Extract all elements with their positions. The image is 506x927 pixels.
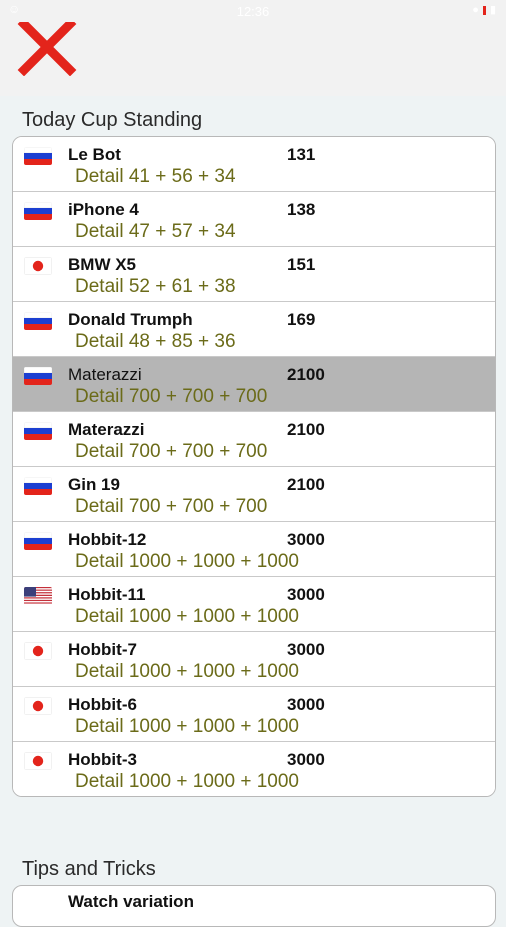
standing-row[interactable]: BMW X5 151 Detail 52 + 61 + 38 <box>13 247 495 302</box>
player-score: 169 <box>287 310 316 329</box>
player-score: 3000 <box>287 530 325 549</box>
player-name: Materazzi <box>68 420 145 439</box>
standing-row[interactable]: Hobbit-6 3000 Detail 1000 + 1000 + 1000 <box>13 687 495 742</box>
tips-row[interactable]: Watch variation <box>13 886 495 926</box>
standing-row[interactable]: Hobbit-11 3000 Detail 1000 + 1000 + 1000 <box>13 577 495 632</box>
player-detail: Detail 47 + 57 + 34 <box>75 221 236 242</box>
tips-title: Tips and Tricks <box>22 858 156 880</box>
standing-row[interactable]: Donald Trumph 169 Detail 48 + 85 + 36 <box>13 302 495 357</box>
standing-title: Today Cup Standing <box>22 109 203 131</box>
standing-row[interactable]: Hobbit-12 3000 Detail 1000 + 1000 + 1000 <box>13 522 495 577</box>
player-detail: Detail 52 + 61 + 38 <box>75 276 236 297</box>
player-name: Hobbit-12 <box>68 530 147 549</box>
standing-row[interactable]: Hobbit-3 3000 Detail 1000 + 1000 + 1000 <box>13 742 495 796</box>
player-score: 3000 <box>287 695 325 714</box>
standing-row[interactable]: Hobbit-7 3000 Detail 1000 + 1000 + 1000 <box>13 632 495 687</box>
player-detail: Detail 1000 + 1000 + 1000 <box>75 661 299 682</box>
standing-row[interactable]: Materazzi 2100 Detail 700 + 700 + 700 <box>13 412 495 467</box>
player-score: 3000 <box>287 640 325 659</box>
status-bar: ☺ 12:36 ● ▮ <box>0 0 506 22</box>
player-detail: Detail 48 + 85 + 36 <box>75 331 236 352</box>
player-name: Hobbit-7 <box>68 640 137 659</box>
standing-row[interactable]: iPhone 4 138 Detail 47 + 57 + 34 <box>13 192 495 247</box>
tips-list: Watch variation <box>12 885 496 927</box>
player-detail: Detail 41 + 56 + 34 <box>75 166 236 187</box>
player-detail: Detail 1000 + 1000 + 1000 <box>75 606 299 627</box>
player-name: iPhone 4 <box>68 200 139 219</box>
player-score: 131 <box>287 145 316 164</box>
tips-row-label: Watch variation <box>68 892 194 911</box>
player-score: 2100 <box>287 365 325 384</box>
player-score: 138 <box>287 200 316 219</box>
player-name: BMW X5 <box>68 255 136 274</box>
player-detail: Detail 1000 + 1000 + 1000 <box>75 771 299 792</box>
player-name: Donald Trumph <box>68 310 193 329</box>
status-time: 12:36 <box>236 4 270 19</box>
standing-row[interactable]: Gin 19 2100 Detail 700 + 700 + 700 <box>13 467 495 522</box>
player-detail: Detail 700 + 700 + 700 <box>75 496 268 517</box>
player-name: Materazzi <box>68 365 142 384</box>
player-name: Gin 19 <box>68 475 120 494</box>
standing-row[interactable]: Materazzi 2100 Detail 700 + 700 + 700 <box>13 357 495 412</box>
player-name: Hobbit-6 <box>68 695 137 714</box>
player-detail: Detail 700 + 700 + 700 <box>75 386 268 407</box>
player-score: 3000 <box>287 585 325 604</box>
player-name: Hobbit-11 <box>68 585 146 604</box>
player-score: 2100 <box>287 475 325 494</box>
battery-icon: ● ▮ <box>472 4 496 16</box>
standing-row[interactable]: Le Bot 131 Detail 41 + 56 + 34 <box>13 137 495 192</box>
player-name: Hobbit-3 <box>68 750 137 769</box>
player-score: 3000 <box>287 750 325 769</box>
standing-list: Le Bot 131 Detail 41 + 56 + 34 iPhone 4 138 D… <box>12 136 496 797</box>
close-icon[interactable] <box>16 18 78 76</box>
player-score: 151 <box>287 255 316 274</box>
player-detail: Detail 1000 + 1000 + 1000 <box>75 551 299 572</box>
player-detail: Detail 1000 + 1000 + 1000 <box>75 716 299 737</box>
player-name: Le Bot <box>68 145 121 164</box>
player-score: 2100 <box>287 420 325 439</box>
player-detail: Detail 700 + 700 + 700 <box>75 441 268 462</box>
